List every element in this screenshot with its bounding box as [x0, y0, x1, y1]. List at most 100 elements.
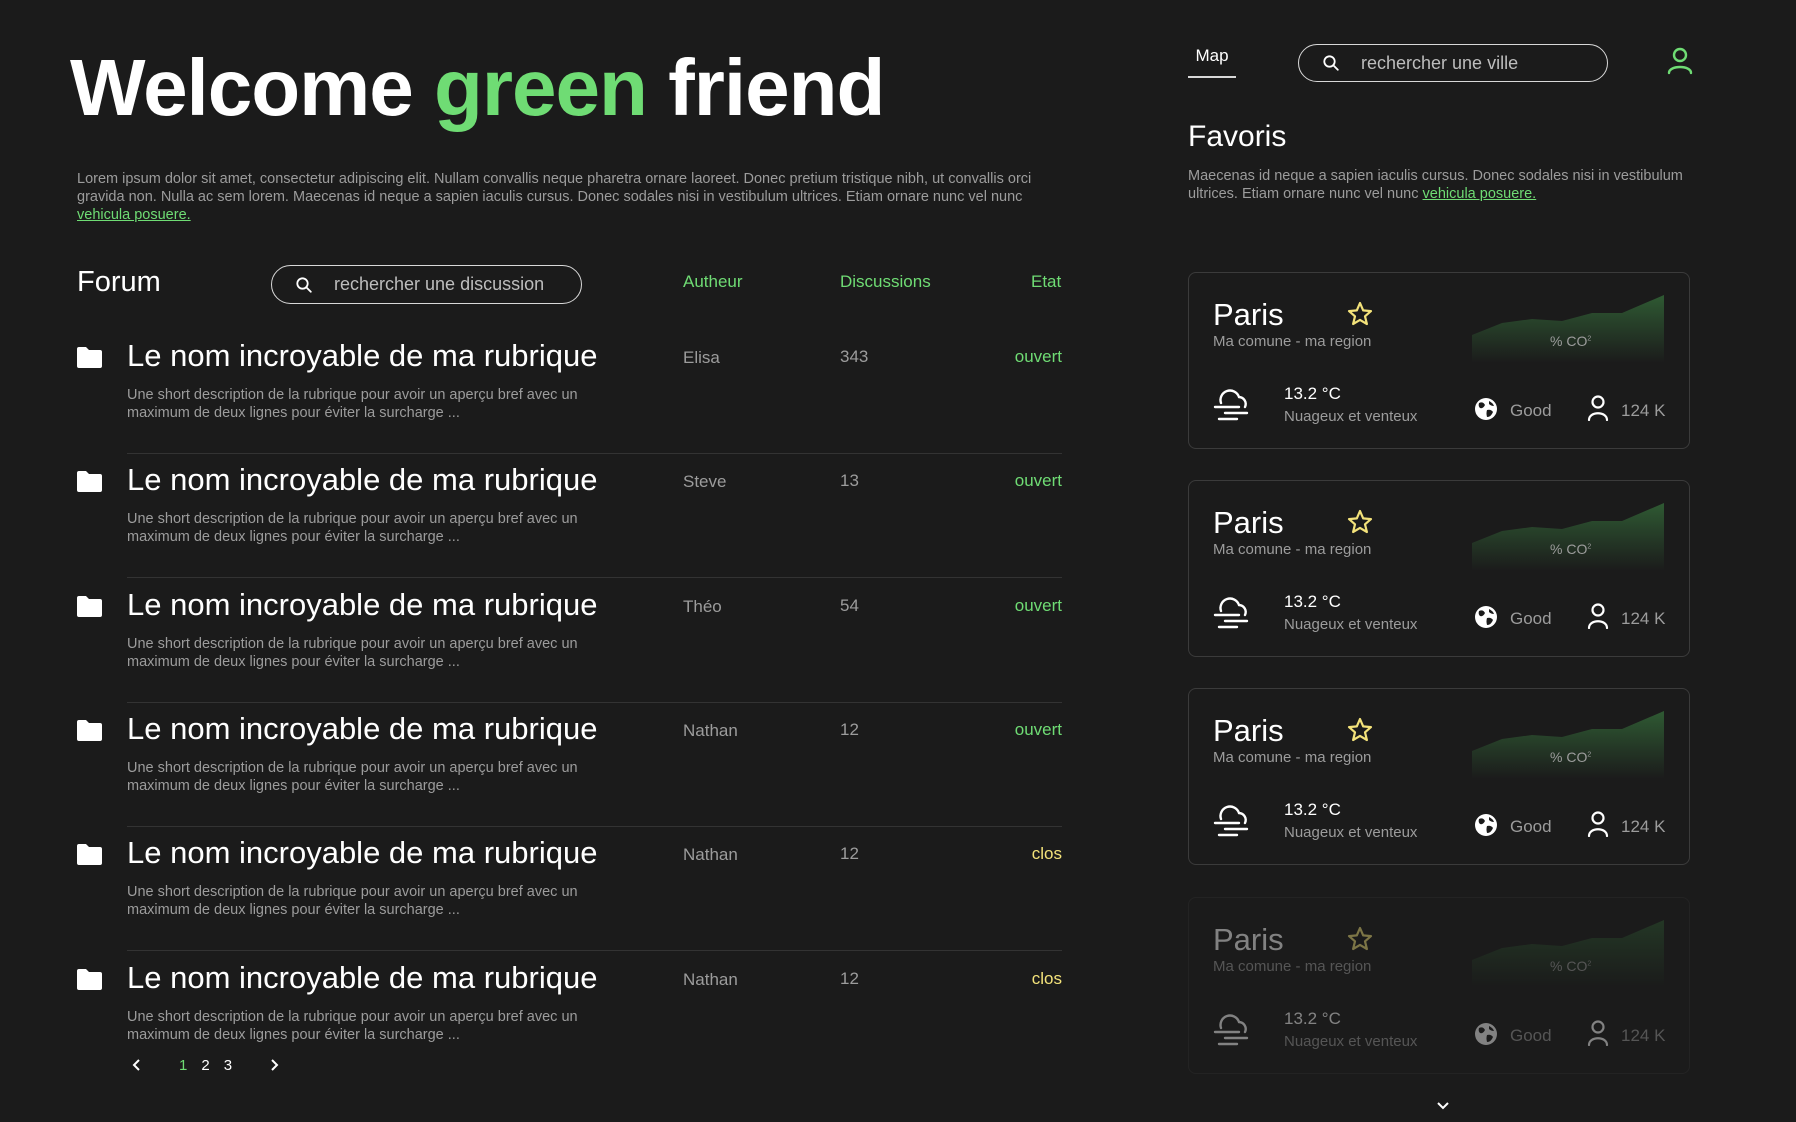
city-name: Paris [1213, 505, 1284, 540]
star-icon[interactable] [1347, 301, 1373, 327]
star-icon[interactable] [1347, 509, 1373, 535]
city-region: Ma comune - ma region [1213, 333, 1372, 350]
chevron-down-icon[interactable] [1436, 1099, 1450, 1113]
co2-label: % CO2 [1550, 333, 1591, 349]
row-title[interactable]: Le nom incroyable de ma rubrique [127, 711, 597, 747]
row-discussion-count: 12 [840, 968, 859, 988]
forum-row[interactable]: Le nom incroyable de ma rubrique Une shor… [0, 330, 1100, 454]
row-title[interactable]: Le nom incroyable de ma rubrique [127, 835, 597, 871]
search-icon [1323, 55, 1339, 71]
co2-label-text: % CO [1550, 333, 1588, 349]
forum-row[interactable]: Le nom incroyable de ma rubrique Une shor… [0, 454, 1100, 579]
column-header-state[interactable]: Etat [1031, 272, 1061, 292]
air-quality: Good [1510, 1026, 1552, 1045]
search-icon [296, 276, 312, 293]
intro-link[interactable]: vehicula posuere. [77, 207, 191, 223]
chevron-left-icon[interactable] [130, 1058, 144, 1072]
user-icon[interactable] [1667, 47, 1693, 75]
row-discussion-count: 12 [840, 844, 859, 864]
chevron-right-icon[interactable] [267, 1058, 281, 1072]
person-icon [1587, 811, 1609, 837]
row-author: Steve [683, 472, 727, 492]
weather-condition: Nuageux et venteux [1284, 824, 1418, 841]
page-link[interactable]: 1 [179, 1057, 187, 1074]
pagination: 123 [130, 1054, 281, 1076]
forum-search-input[interactable]: rechercher une discussion [271, 265, 582, 304]
row-discussion-count: 343 [840, 347, 869, 366]
page-link[interactable]: 2 [201, 1057, 209, 1074]
forum-row[interactable]: Le nom incroyable de ma rubrique Une shor… [0, 703, 1100, 827]
co2-label-text: % CO [1550, 958, 1588, 974]
favorite-city-card[interactable]: Paris Ma comune - ma region % CO2 13.2 °C Nu… [1188, 480, 1690, 657]
globe-icon [1475, 398, 1497, 420]
cloud-wind-icon [1213, 389, 1249, 421]
globe-icon [1475, 606, 1497, 628]
cloud-wind-icon [1213, 1014, 1249, 1046]
forum-section: Welcome green friend Lorem ipsum dolor s… [0, 0, 1100, 1122]
row-author: Théo [683, 596, 722, 616]
row-author: Elisa [683, 348, 720, 367]
forum-search-placeholder: rechercher une discussion [334, 274, 545, 294]
folder-icon [77, 347, 102, 368]
favorite-city-card[interactable]: Paris Ma comune - ma region % CO2 13.2 °C Nu… [1188, 897, 1690, 1074]
star-icon[interactable] [1347, 717, 1373, 743]
cloud-wind-icon [1213, 597, 1249, 629]
city-search-placeholder: rechercher une ville [1361, 52, 1519, 73]
population: 124 K [1621, 1026, 1666, 1045]
city-search-input[interactable]: rechercher une ville [1298, 44, 1608, 82]
row-discussion-count: 13 [840, 471, 859, 491]
forum-row[interactable]: Le nom incroyable de ma rubrique Une shor… [0, 827, 1100, 952]
forum-row[interactable]: Le nom incroyable de ma rubrique Une shor… [0, 579, 1100, 703]
co2-label-text: % CO [1550, 749, 1588, 765]
co2-subscript: 2 [1587, 751, 1592, 759]
title-word-friend: friend [668, 43, 885, 132]
weather-condition: Nuageux et venteux [1284, 408, 1418, 425]
page-title: Welcome green friend [70, 42, 885, 134]
star-icon[interactable] [1347, 926, 1373, 952]
co2-subscript: 2 [1587, 335, 1592, 343]
folder-icon [77, 719, 102, 741]
row-description: Une short description de la rubrique pou… [127, 511, 578, 546]
row-description: Une short description de la rubrique pou… [127, 884, 578, 919]
favorite-city-card[interactable]: Paris Ma comune - ma region % CO2 13.2 °C Nu… [1188, 688, 1690, 865]
row-state-badge: ouvert [1014, 471, 1062, 491]
favorite-city-card[interactable]: Paris Ma comune - ma region % CO2 13.2 °C Nu… [1188, 272, 1690, 449]
row-author: Nathan [683, 720, 738, 740]
row-state-badge: clos [1031, 844, 1062, 864]
co2-subscript: 2 [1587, 960, 1592, 968]
population: 124 K [1621, 609, 1666, 628]
row-title[interactable]: Le nom incroyable de ma rubrique [127, 960, 597, 996]
favorites-link[interactable]: vehicula posuere. [1423, 186, 1537, 202]
column-header-discussions[interactable]: Discussions [840, 272, 931, 292]
forum-heading: Forum [77, 266, 161, 298]
co2-label-text: % CO [1550, 541, 1588, 557]
page-link[interactable]: 3 [224, 1057, 232, 1074]
globe-icon [1475, 1023, 1497, 1045]
temperature: 13.2 °C [1284, 800, 1341, 819]
city-region: Ma comune - ma region [1213, 958, 1372, 975]
favorites-title: Favoris [1188, 120, 1287, 153]
folder-icon [77, 471, 102, 493]
city-name: Paris [1213, 713, 1284, 748]
favorites-description: Maecenas id neque a sapien iaculis cursu… [1188, 167, 1708, 203]
co2-label: % CO2 [1550, 749, 1591, 765]
row-description: Une short description de la rubrique pou… [127, 635, 578, 670]
co2-sparkline [1472, 711, 1664, 779]
co2-subscript: 2 [1587, 543, 1592, 551]
page-links: 123 [172, 1057, 239, 1074]
temperature: 13.2 °C [1284, 384, 1341, 403]
row-title[interactable]: Le nom incroyable de ma rubrique [127, 462, 597, 498]
row-title[interactable]: Le nom incroyable de ma rubrique [127, 338, 597, 374]
row-title[interactable]: Le nom incroyable de ma rubrique [127, 587, 597, 623]
row-author: Nathan [683, 969, 738, 989]
tab-map[interactable]: Map [1188, 46, 1236, 78]
title-word-welcome: Welcome [70, 43, 414, 132]
row-description: Une short description de la rubrique pou… [127, 1008, 578, 1043]
population: 124 K [1621, 817, 1666, 836]
row-state-badge: ouvert [1014, 595, 1062, 615]
title-word-accent: green [434, 43, 648, 132]
column-header-author[interactable]: Autheur [683, 272, 743, 292]
globe-icon [1475, 814, 1497, 836]
temperature: 13.2 °C [1284, 1009, 1341, 1028]
row-state-badge: clos [1031, 968, 1062, 988]
